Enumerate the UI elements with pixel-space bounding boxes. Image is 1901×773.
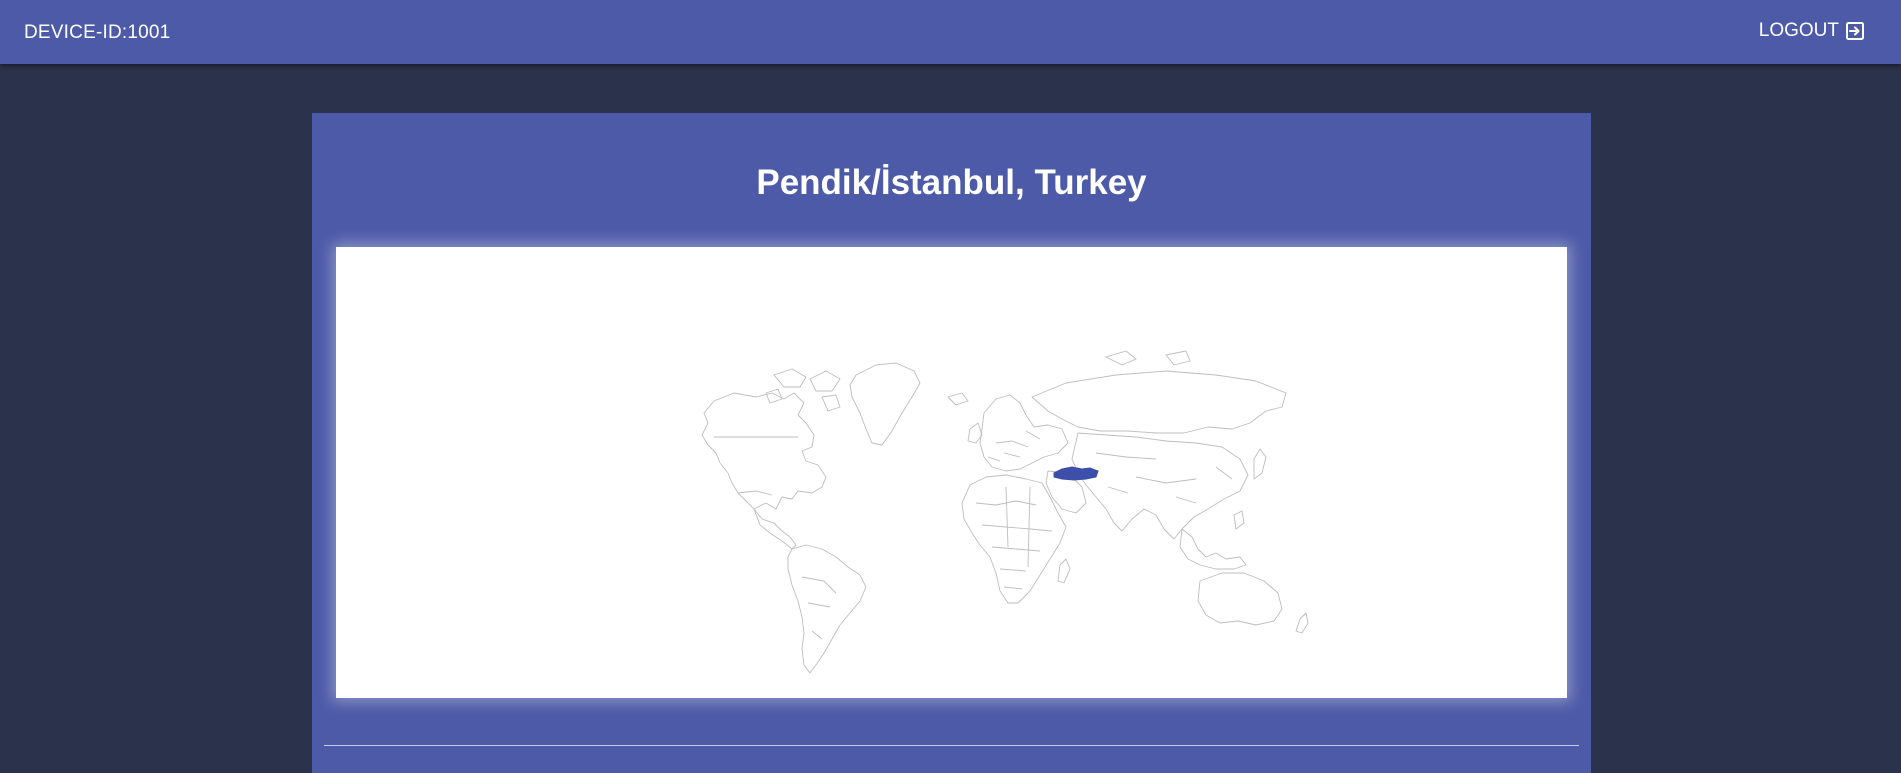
card-divider (324, 745, 1579, 746)
top-app-bar: DEVICE-ID:1001 LOGOUT (0, 0, 1901, 64)
continent-south-america (787, 544, 867, 674)
russia (1031, 370, 1287, 434)
new-zealand (1295, 612, 1309, 634)
south-america-borders (801, 576, 837, 640)
us-mexico-border (737, 490, 773, 496)
continent-europe (979, 394, 1069, 472)
europe-borders (987, 430, 1041, 462)
logout-button[interactable]: LOGOUT (1759, 20, 1865, 42)
turkey-highlight (1053, 466, 1099, 481)
philippines (1233, 510, 1245, 530)
continent-central-america (753, 508, 797, 550)
world-map-svg (701, 350, 1309, 674)
japan (1253, 448, 1267, 480)
logout-icon (1845, 21, 1865, 41)
location-card: Pendik/İstanbul, Turkey (312, 113, 1591, 773)
north-asia-islands (1105, 350, 1191, 366)
british-isles (967, 422, 983, 444)
continent-asia (1071, 432, 1249, 540)
logout-label: LOGOUT (1758, 20, 1839, 41)
continent-north-america (701, 392, 827, 510)
iceland (947, 392, 969, 406)
continent-australia (1197, 572, 1283, 626)
southeast-asia (1179, 528, 1247, 570)
device-id-label: DEVICE-ID:1001 (24, 22, 171, 43)
world-map[interactable] (336, 247, 1567, 698)
location-title: Pendik/İstanbul, Turkey (756, 163, 1147, 202)
greenland (849, 362, 921, 446)
asia-borders (1095, 452, 1233, 504)
madagascar (1057, 558, 1071, 584)
